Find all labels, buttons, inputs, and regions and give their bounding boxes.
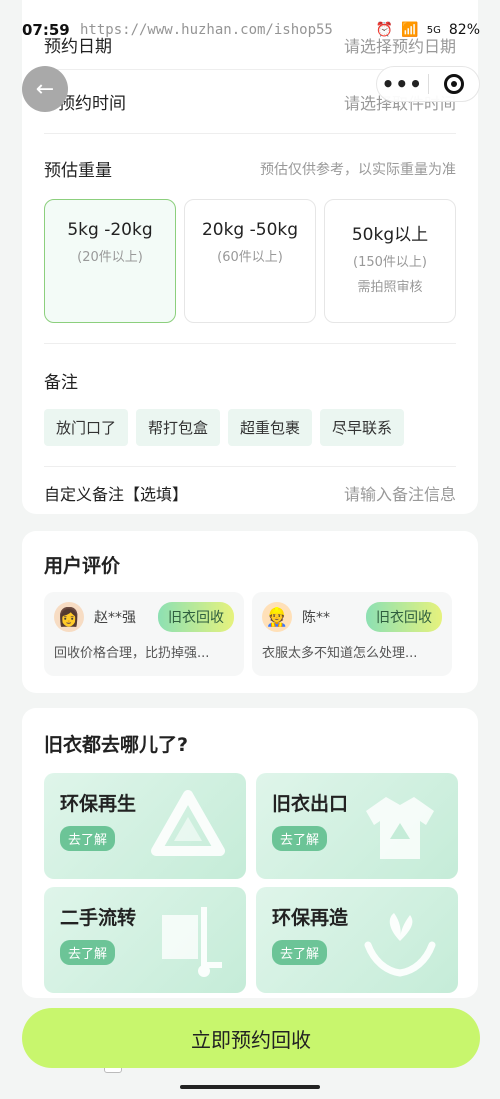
- custom-note-label: 自定义备注【选填】: [44, 485, 189, 504]
- book-recycle-button[interactable]: 立即预约回收: [22, 1008, 480, 1068]
- destination-title: 旧衣出口: [272, 793, 349, 815]
- status-icons: ⏰ 📶 5G 82%: [376, 22, 480, 38]
- weight-option-sub: (150件以上): [353, 255, 427, 270]
- battery-level: 82%: [448, 22, 480, 38]
- weight-header: 预估重量 预估仅供参考，以实际重量为准: [44, 156, 456, 181]
- status-time: 07:59: [22, 21, 70, 39]
- weight-option-sub: (20件以上): [77, 250, 143, 265]
- destination-tile-remake[interactable]: 环保再造 去了解: [256, 887, 458, 993]
- destinations-grid: 环保再生 去了解 旧衣出口 去了解 二手流转 去了解 环保再造 去了解: [44, 773, 458, 993]
- category-badge: 旧衣回收: [158, 602, 234, 632]
- avatar: 👷: [262, 602, 292, 632]
- alarm-icon: ⏰: [375, 22, 394, 38]
- custom-note-row[interactable]: 自定义备注【选填】 请输入备注信息: [44, 466, 456, 505]
- status-bar: 07:59 ⏰ 📶 5G 82%: [0, 0, 500, 60]
- destination-tile-recycle[interactable]: 环保再生 去了解: [44, 773, 246, 879]
- destinations-title: 旧衣都去哪儿了?: [44, 734, 189, 756]
- reviews-title: 用户评价: [44, 555, 121, 577]
- back-button[interactable]: ←: [22, 66, 68, 112]
- review-item[interactable]: 👷 陈** 旧衣回收 衣服太多不知道怎么处理...: [252, 592, 452, 676]
- learn-more-button[interactable]: 去了解: [60, 826, 116, 851]
- category-badge: 旧衣回收: [366, 602, 442, 632]
- weight-option-1[interactable]: 5kg -20kg (20件以上): [44, 199, 176, 323]
- destination-title: 二手流转: [60, 907, 137, 929]
- learn-more-button[interactable]: 去了解: [272, 940, 328, 965]
- review-text: 衣服太多不知道怎么处理...: [262, 646, 418, 661]
- weight-option-main: 20kg -50kg: [201, 220, 299, 240]
- divider: [44, 343, 456, 344]
- review-text: 回收价格合理，比扔掉强...: [54, 646, 210, 661]
- note-label: 备注: [44, 373, 78, 393]
- reviews-list: 👩 赵**强 旧衣回收 回收价格合理，比扔掉强... 👷 陈** 旧衣回收 衣服…: [44, 592, 456, 676]
- destination-title: 环保再生: [60, 793, 137, 815]
- weight-option-main: 50kg以上: [351, 225, 429, 245]
- note-tag[interactable]: 尽早联系: [320, 409, 405, 446]
- weight-label: 预估重量: [44, 161, 112, 181]
- reviews-card: 用户评价 👩 赵**强 旧衣回收 回收价格合理，比扔掉强... 👷 陈** 旧衣…: [22, 531, 478, 693]
- note-tags: 放门口了 帮打包盒 超重包裹 尽早联系: [44, 409, 456, 446]
- destination-tile-export[interactable]: 旧衣出口 去了解: [256, 773, 458, 879]
- weight-option-2[interactable]: 20kg -50kg (60件以上): [184, 199, 316, 323]
- wifi-icon: 📶: [401, 22, 419, 38]
- learn-more-button[interactable]: 去了解: [60, 940, 116, 965]
- weight-hint: 预估仅供参考，以实际重量为准: [260, 161, 456, 178]
- reviewer-name: 陈**: [302, 610, 330, 626]
- note-tag[interactable]: 放门口了: [44, 409, 129, 446]
- weight-option-note: 需拍照审核: [357, 280, 423, 295]
- home-indicator: [180, 1085, 320, 1089]
- miniapp-capsule: •••: [376, 66, 480, 102]
- weight-options: 5kg -20kg (20件以上) 20kg -50kg (60件以上) 50k…: [44, 199, 456, 323]
- weight-option-sub: (60件以上): [217, 250, 283, 265]
- review-item[interactable]: 👩 赵**强 旧衣回收 回收价格合理，比扔掉强...: [44, 592, 244, 676]
- target-icon: [443, 74, 464, 94]
- signal-label: 5G: [426, 24, 441, 36]
- more-dots-icon[interactable]: •••: [377, 72, 428, 96]
- close-miniapp-button[interactable]: [429, 74, 480, 94]
- avatar: 👩: [54, 602, 84, 632]
- weight-option-main: 5kg -20kg: [67, 220, 153, 240]
- arrow-left-icon: ←: [35, 76, 55, 102]
- destination-tile-secondhand[interactable]: 二手流转 去了解: [44, 887, 246, 993]
- reviewer-name: 赵**强: [94, 610, 136, 626]
- learn-more-button[interactable]: 去了解: [272, 826, 328, 851]
- destinations-card: 旧衣都去哪儿了? 环保再生 去了解 旧衣出口 去了解 二手流转 去了解 环保再造…: [22, 708, 478, 998]
- note-tag[interactable]: 超重包裹: [228, 409, 313, 446]
- destination-title: 环保再造: [272, 907, 349, 929]
- note-tag[interactable]: 帮打包盒: [136, 409, 221, 446]
- custom-note-input[interactable]: 请输入备注信息: [344, 481, 456, 505]
- weight-option-3[interactable]: 50kg以上 (150件以上) 需拍照审核: [324, 199, 456, 323]
